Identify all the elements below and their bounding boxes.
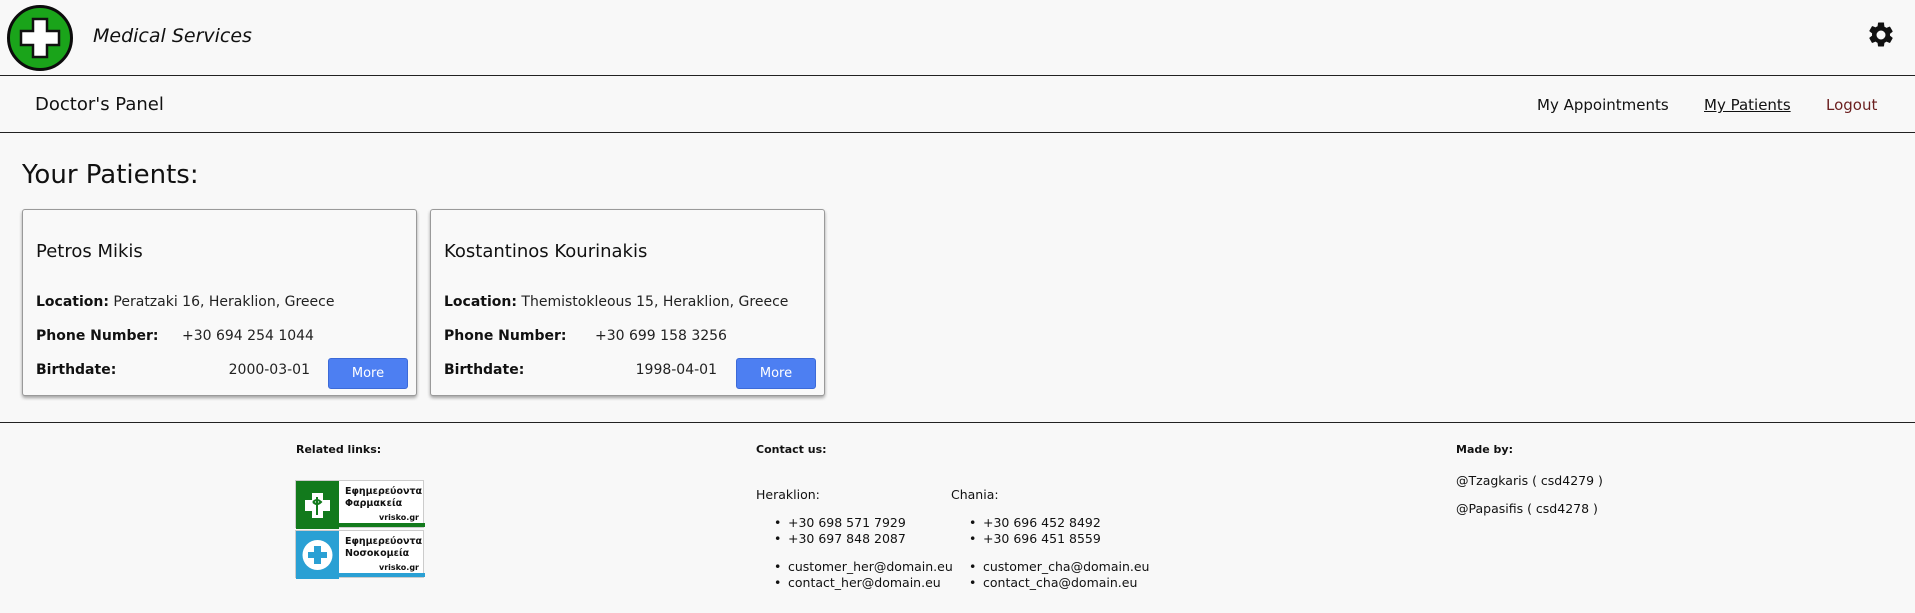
patient-card: Kostantinos Kourinakis Location: Themist… (430, 209, 825, 396)
badge-site: vrisko.gr (379, 563, 419, 572)
heraklion-phones: +30 698 571 7929 +30 697 848 2087 (756, 515, 906, 547)
birthdate-label: Birthdate: (444, 362, 525, 378)
list-item: +30 698 571 7929 (756, 515, 906, 531)
list-item: +30 696 451 8559 (951, 531, 1101, 547)
related-links-title: Related links: (296, 443, 382, 456)
badge-strip (296, 573, 425, 577)
chania-label: Chania: (951, 487, 999, 502)
badge-label: Εφημερεύοντα Φαρμακεία (345, 486, 423, 509)
more-button[interactable]: More (328, 358, 408, 389)
list-item: +30 697 848 2087 (756, 531, 906, 547)
nav-my-appointments[interactable]: My Appointments (1537, 96, 1669, 114)
location-label: Location: (444, 294, 517, 310)
list-item: contact_her@domain.eu (756, 575, 953, 591)
phone-value: +30 699 158 3256 (595, 328, 727, 344)
chania-phones: +30 696 452 8492 +30 696 451 8559 (951, 515, 1101, 547)
heraklion-label: Heraklion: (756, 487, 820, 502)
badge-label: Εφημερεύοντα Νοσοκομεία (345, 536, 423, 559)
hospitals-link[interactable]: Εφημερεύοντα Νοσοκομεία vrisko.gr (295, 530, 425, 579)
author-1: @Tzagkaris ( csd4279 ) (1456, 473, 1603, 488)
location-value: Peratzaki 16, Heraklion, Greece (113, 294, 335, 310)
location-label: Location: (36, 294, 109, 310)
badge-site: vrisko.gr (379, 513, 419, 522)
nav-my-patients[interactable]: My Patients (1704, 96, 1791, 114)
pharmacies-link[interactable]: Εφημερεύοντα Φαρμακεία vrisko.gr (295, 480, 425, 529)
page-title: Your Patients: (22, 160, 199, 190)
location-value: Themistokleous 15, Heraklion, Greece (521, 294, 789, 310)
patient-name: Petros Mikis (36, 241, 143, 262)
footer: Related links: Εφημερεύοντα Φαρμακεία vri… (0, 422, 1915, 613)
list-item: +30 696 452 8492 (951, 515, 1101, 531)
hospital-cross-icon (296, 531, 339, 579)
patient-name: Kostantinos Kourinakis (444, 241, 648, 262)
pharmacy-cross-icon (296, 481, 339, 529)
made-by-title: Made by: (1456, 443, 1513, 456)
contact-title: Contact us: (756, 443, 827, 456)
list-item: customer_cha@domain.eu (951, 559, 1149, 575)
list-item: contact_cha@domain.eu (951, 575, 1149, 591)
panel-title: Doctor's Panel (35, 94, 164, 115)
list-item: customer_her@domain.eu (756, 559, 953, 575)
more-button[interactable]: More (736, 358, 816, 389)
top-bar: Medical Services (0, 0, 1915, 76)
location-row: Location: Peratzaki 16, Heraklion, Greec… (36, 294, 334, 310)
heraklion-emails: customer_her@domain.eu contact_her@domai… (756, 559, 953, 591)
cross-icon (19, 17, 61, 59)
phone-value: +30 694 254 1044 (182, 328, 314, 344)
birthdate-label: Birthdate: (36, 362, 117, 378)
birthdate-value: 1998-04-01 (635, 362, 717, 378)
medical-cross-logo (7, 5, 73, 71)
nav-logout[interactable]: Logout (1826, 96, 1877, 114)
badge-strip (296, 523, 425, 527)
nav-bar: Doctor's Panel My Appointments My Patien… (0, 77, 1915, 133)
gear-icon[interactable] (1866, 20, 1896, 50)
phone-label: Phone Number: (444, 328, 567, 344)
phone-label: Phone Number: (36, 328, 159, 344)
patient-card: Petros Mikis Location: Peratzaki 16, Her… (22, 209, 417, 396)
birthdate-value: 2000-03-01 (228, 362, 310, 378)
location-row: Location: Themistokleous 15, Heraklion, … (444, 294, 788, 310)
chania-emails: customer_cha@domain.eu contact_cha@domai… (951, 559, 1149, 591)
brand-title: Medical Services (93, 25, 252, 47)
author-2: @Papasifis ( csd4278 ) (1456, 501, 1598, 516)
